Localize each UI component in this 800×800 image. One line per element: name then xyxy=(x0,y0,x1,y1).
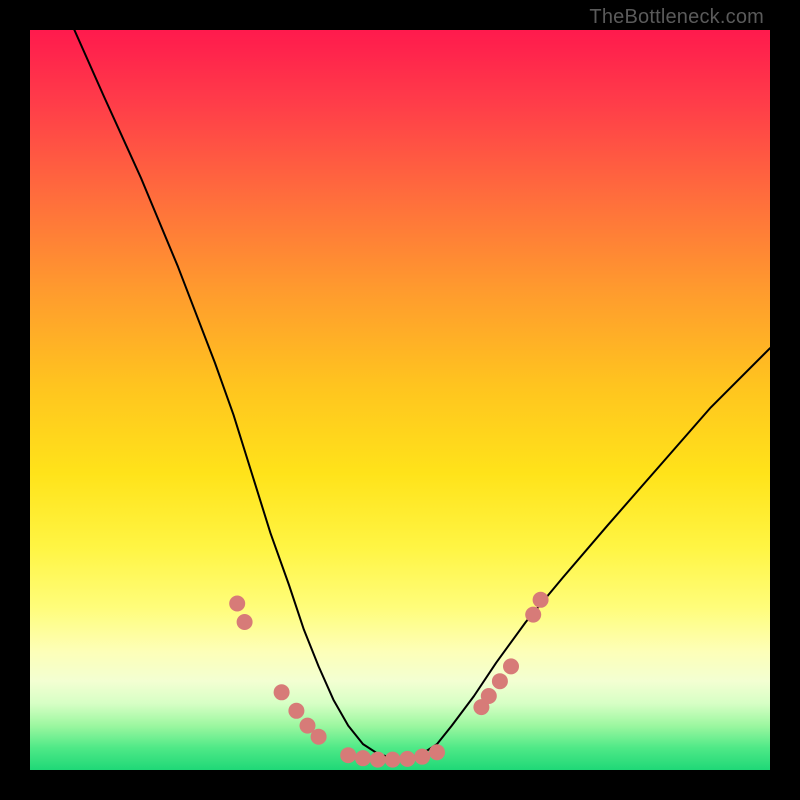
data-marker xyxy=(229,596,245,612)
chart-svg xyxy=(30,30,770,770)
data-marker xyxy=(533,592,549,608)
data-marker xyxy=(370,752,386,768)
data-marker xyxy=(274,684,290,700)
data-marker xyxy=(481,688,497,704)
data-marker xyxy=(473,699,489,715)
plot-area xyxy=(30,30,770,770)
data-marker xyxy=(237,614,253,630)
watermark-label: TheBottleneck.com xyxy=(589,6,764,29)
data-marker xyxy=(414,749,430,765)
data-marker xyxy=(355,750,371,766)
data-marker xyxy=(300,718,316,734)
markers-group xyxy=(229,592,548,768)
chart-frame: TheBottleneck.com xyxy=(0,0,800,800)
data-marker xyxy=(429,744,445,760)
data-marker xyxy=(288,703,304,719)
bottleneck-curve xyxy=(74,30,770,758)
data-marker xyxy=(385,752,401,768)
data-marker xyxy=(311,729,327,745)
data-marker xyxy=(503,658,519,674)
data-marker xyxy=(399,751,415,767)
data-marker xyxy=(525,607,541,623)
data-marker xyxy=(340,747,356,763)
data-marker xyxy=(492,673,508,689)
